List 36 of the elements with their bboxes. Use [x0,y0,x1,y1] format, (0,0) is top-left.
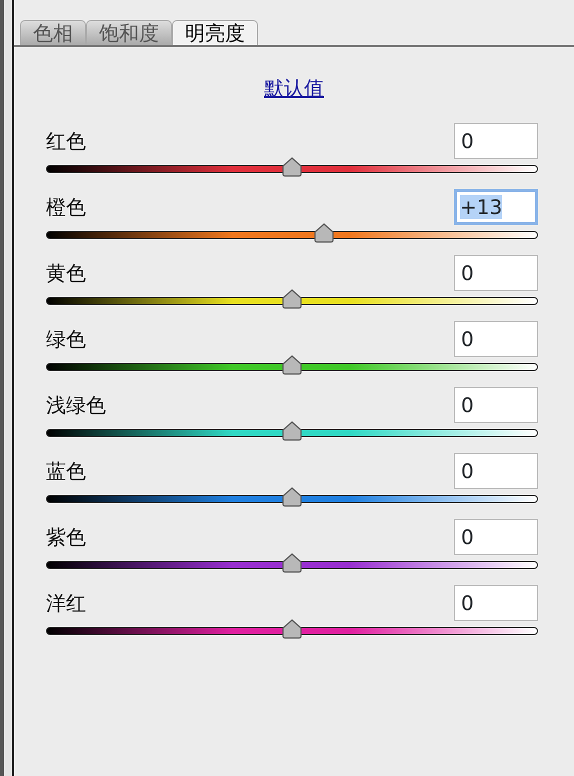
default-link[interactable]: 默认值 [264,73,324,103]
value-field[interactable]: 0 [454,387,538,423]
tab[interactable]: 明亮度 [172,20,258,45]
slider-thumb[interactable] [281,355,303,375]
channel-label: 紫色 [46,524,86,551]
slider-track[interactable] [46,495,538,503]
value-field[interactable]: 0 [454,585,538,621]
channel-label: 黄色 [46,260,86,287]
value-field[interactable]: 0 [454,453,538,489]
slider-track[interactable] [46,363,538,371]
channel-label: 蓝色 [46,458,86,485]
slider-thumb[interactable] [281,553,303,573]
slider-thumb[interactable] [281,289,303,309]
slider-thumb[interactable] [312,223,335,243]
tab[interactable]: 色相 [20,20,86,45]
value-field[interactable]: 0 [454,123,538,159]
slider-thumb[interactable] [281,421,303,441]
slider-track[interactable] [46,231,538,239]
slider-track[interactable] [46,165,538,173]
slider-thumb[interactable] [281,157,303,177]
slider-track[interactable] [46,561,538,569]
channel-label: 洋红 [46,590,86,617]
slider-track[interactable] [46,627,538,635]
value-field[interactable]: 0 [454,255,538,291]
value-field[interactable]: 0 [454,321,538,357]
channel-label: 红色 [46,128,86,155]
slider-track[interactable] [46,429,538,437]
value-field[interactable]: 0 [454,519,538,555]
channel-label: 绿色 [46,326,86,353]
tab[interactable]: 饱和度 [86,20,172,45]
channel-label: 橙色 [46,194,86,221]
slider-thumb[interactable] [281,487,303,507]
slider-thumb[interactable] [281,619,303,639]
channel-label: 浅绿色 [46,392,106,419]
value-field[interactable]: +13 [454,189,538,225]
slider-track[interactable] [46,297,538,305]
